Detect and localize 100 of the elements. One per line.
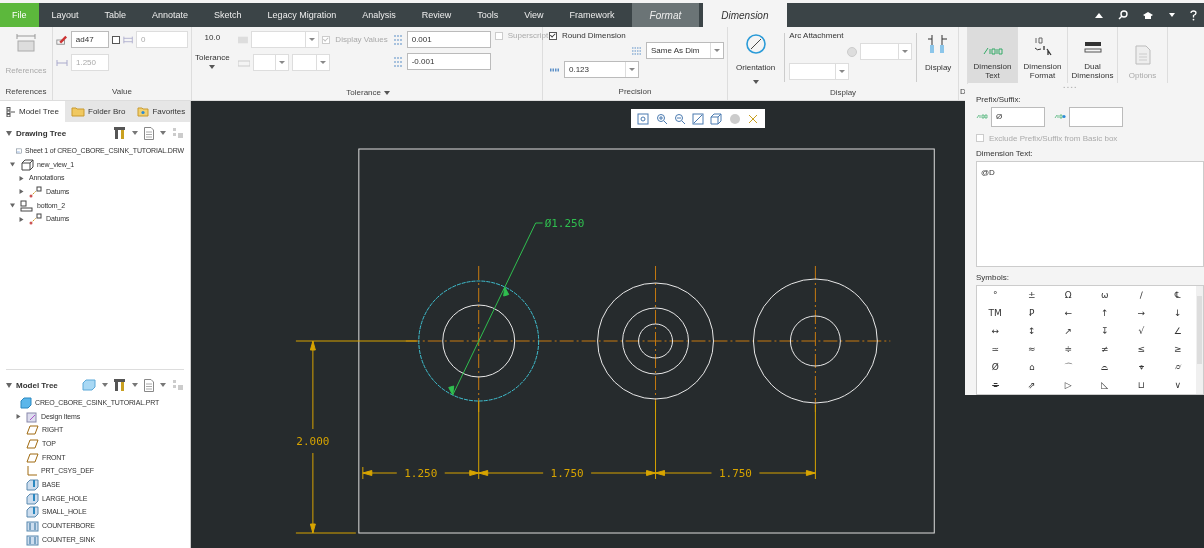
symbol-button[interactable]: ◺	[1086, 376, 1123, 394]
orientation-button[interactable]: Orientation	[731, 31, 781, 86]
caret-icon[interactable]	[132, 383, 138, 387]
dimension-text[interactable]: 1.750	[718, 467, 752, 480]
repaint-icon[interactable]	[692, 112, 704, 125]
symbol-button[interactable]: ⌭	[1159, 358, 1196, 376]
ribbon-tab[interactable]: Review	[408, 3, 465, 27]
part-icon[interactable]	[82, 379, 96, 391]
symbol-button[interactable]: ≑	[1050, 340, 1087, 358]
dimension-line[interactable]	[448, 222, 544, 396]
search-icon[interactable]	[1118, 10, 1128, 20]
symbol-button[interactable]: √	[1123, 322, 1160, 340]
expand-arrow-icon[interactable]	[10, 162, 15, 168]
ribbon-tab[interactable]: Legacy Migration	[254, 3, 350, 27]
override-checkbox[interactable]	[111, 35, 120, 44]
symbol-button[interactable]: ⌯	[977, 376, 1014, 394]
display-button[interactable]: Display	[921, 31, 955, 86]
expand-arrow-icon[interactable]	[16, 414, 21, 420]
symbol-button[interactable]: ≠	[1086, 340, 1123, 358]
symbol-button[interactable]: Ω	[1050, 286, 1087, 304]
symbol-button[interactable]: ⇗	[1013, 376, 1050, 394]
collapse-arrow-icon[interactable]	[6, 382, 12, 388]
symbol-button[interactable]: TM	[977, 304, 1014, 322]
ribbon-tab[interactable]: Tools	[464, 3, 512, 27]
symbol-button[interactable]: ≤	[1123, 340, 1160, 358]
document-icon[interactable]	[144, 378, 154, 392]
ribbon-tab[interactable]: Dimension	[703, 3, 787, 27]
dimension-text[interactable]: Ø1.250	[544, 217, 585, 230]
hat-icon[interactable]	[1142, 10, 1154, 20]
suffix-field[interactable]	[1069, 106, 1123, 127]
symbol-button[interactable]: ↑	[1086, 304, 1123, 322]
symbol-button[interactable]: ↗	[1050, 322, 1087, 340]
expand-arrow-icon[interactable]	[19, 216, 24, 222]
symbol-button[interactable]: ⌒	[1050, 358, 1087, 376]
ribbon-tab[interactable]: Framework	[556, 3, 628, 27]
collapse-ribbon-icon[interactable]	[1094, 11, 1104, 19]
axis-icon[interactable]	[746, 112, 759, 125]
group-label[interactable]: Tolerance	[346, 85, 381, 100]
symbol-button[interactable]: ≃	[977, 340, 1014, 358]
symbol-button[interactable]: ⌓	[1086, 358, 1123, 376]
panel-tab[interactable]: Folder Bro	[65, 101, 132, 122]
symbol-button[interactable]: Ø	[977, 358, 1014, 376]
help-icon[interactable]	[1190, 9, 1197, 21]
symbol-button[interactable]: ⌖	[1123, 358, 1160, 376]
symbol-button[interactable]: ±	[1013, 286, 1050, 304]
caret-icon[interactable]	[102, 383, 108, 387]
dimension-line[interactable]	[478, 470, 657, 476]
dimension-text-field[interactable]: @D	[976, 160, 1204, 267]
caret-icon[interactable]	[160, 131, 166, 135]
dimension-text[interactable]: 1.750	[550, 467, 584, 480]
symbol-button[interactable]: ⌂	[1013, 358, 1050, 376]
ribbon-tab[interactable]: Table	[91, 3, 140, 27]
dimension-text[interactable]: 1.250	[404, 467, 438, 480]
decimal-places-dropdown[interactable]: 0.123	[564, 61, 639, 78]
panel-tab[interactable]: Model Tree	[0, 101, 66, 122]
tools-icon[interactable]	[114, 126, 126, 140]
caret-icon[interactable]	[1168, 12, 1176, 18]
symbol-button[interactable]: ≈	[1013, 340, 1050, 358]
prefix-field[interactable]: Ø	[991, 106, 1045, 127]
zoom-fit-icon[interactable]	[637, 112, 650, 125]
symbol-button[interactable]: ∨	[1159, 376, 1196, 394]
round-dimension-checkbox[interactable]: Round Dimension	[549, 31, 724, 40]
zoom-in-icon[interactable]	[655, 112, 668, 125]
expand-arrow-icon[interactable]	[10, 203, 15, 209]
name-field[interactable]: ad47	[70, 31, 109, 48]
expand-arrow-icon[interactable]	[19, 189, 24, 195]
ribbon-tab[interactable]: Format	[631, 3, 700, 27]
tolerance-button[interactable]: 10.0 Tolerance	[195, 31, 230, 85]
symbol-button[interactable]: °	[977, 286, 1014, 304]
symbol-button[interactable]: ↧	[1086, 322, 1123, 340]
ribbon-button[interactable]: Dual Dimensions	[1068, 27, 1118, 83]
symbol-button[interactable]: ℄	[1159, 286, 1196, 304]
ribbon-tab[interactable]: View	[511, 3, 557, 27]
symbol-button[interactable]: Ꝑ	[1013, 304, 1050, 322]
scrollbar[interactable]	[1196, 286, 1203, 394]
symbol-button[interactable]: ↓	[1159, 304, 1196, 322]
symbol-button[interactable]: ∠	[1159, 322, 1196, 340]
tree-title[interactable]: Model Tree	[16, 380, 58, 390]
ribbon-tab[interactable]: Analysis	[349, 3, 409, 27]
lower-tolerance-field[interactable]: -0.001	[406, 53, 491, 70]
symbol-button[interactable]: ↕	[1013, 322, 1050, 340]
document-icon[interactable]	[144, 126, 154, 140]
symbol-button[interactable]: ⊔	[1123, 376, 1160, 394]
collapse-arrow-icon[interactable]	[6, 130, 12, 136]
upper-tolerance-field[interactable]: 0.001	[406, 31, 491, 48]
caret-icon[interactable]	[160, 383, 166, 387]
ribbon-tab[interactable]: Layout	[38, 3, 92, 27]
ribbon-tab[interactable]: Annotate	[139, 3, 202, 27]
dimension-line[interactable]	[655, 470, 816, 476]
symbol-button[interactable]: ω	[1086, 286, 1123, 304]
expand-arrow-icon[interactable]	[19, 175, 24, 181]
radio-button[interactable]	[847, 46, 858, 57]
zoom-out-icon[interactable]	[673, 112, 686, 125]
tools-icon[interactable]	[114, 378, 126, 392]
cube-icon[interactable]	[710, 112, 723, 125]
caret-icon[interactable]	[132, 131, 138, 135]
panel-tab[interactable]: Favorites	[131, 101, 192, 122]
symbol-button[interactable]: ∕	[1123, 286, 1160, 304]
symbol-button[interactable]: ↔	[977, 322, 1014, 340]
ribbon-button[interactable]: Dimension Text	[968, 27, 1018, 83]
